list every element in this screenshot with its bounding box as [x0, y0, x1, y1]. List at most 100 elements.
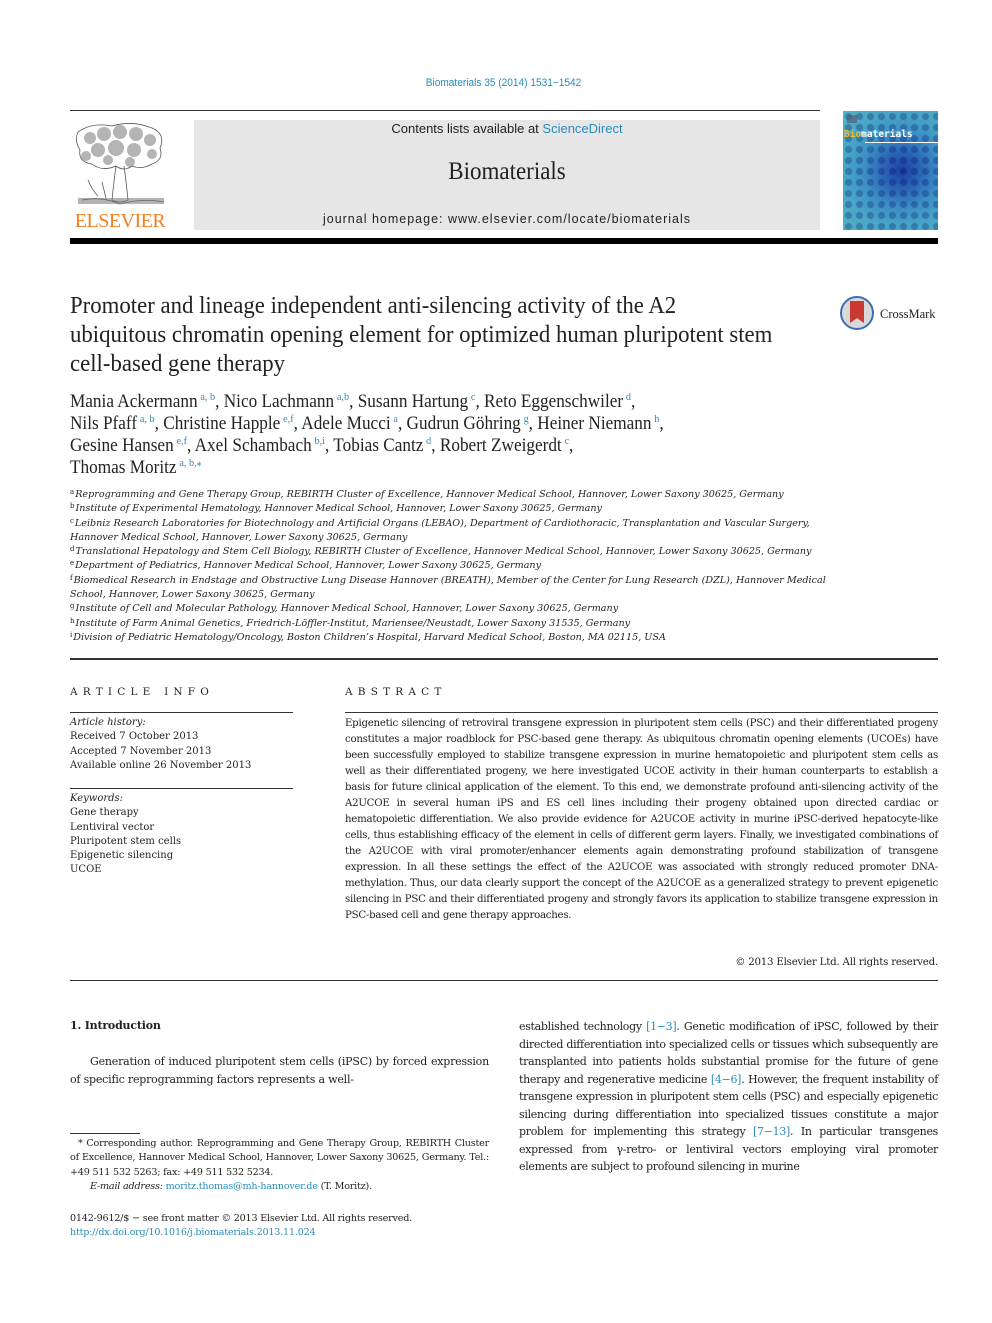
journal-homepage[interactable]: journal homepage: www.elsevier.com/locat… [194, 212, 820, 226]
author-name: Thomas Moritz [70, 458, 177, 478]
email-line: E-mail address: moritz.thomas@mh-hannove… [70, 1180, 489, 1194]
author-name: Susann Hartung [357, 392, 469, 412]
history-label: Article history: [70, 717, 146, 728]
cover-publisher-icon [847, 115, 857, 123]
crossmark-button[interactable]: CrossMark [840, 296, 940, 336]
author-separator: , [293, 414, 302, 434]
author-name: Nils Pfaff [70, 414, 138, 434]
affiliation-text: Institute of Experimental Hematology, Ha… [75, 503, 602, 515]
contents-line: Contents lists available at ScienceDirec… [194, 121, 820, 136]
keyword: Lentiviral vector [70, 821, 155, 833]
email-link[interactable]: moritz.thomas@mh-hannover.de [166, 1181, 318, 1192]
author-affiliation-marks[interactable]: b,i [314, 435, 325, 447]
header-thick-rule [70, 238, 938, 244]
abstract-copyright: © 2013 Elsevier Ltd. All rights reserved… [735, 957, 938, 968]
body-text: established technology [519, 1020, 647, 1033]
citation-link[interactable]: [7−13] [753, 1125, 790, 1138]
affiliation-text: Reprogramming and Gene Therapy Group, RE… [75, 489, 784, 500]
journal-banner: Contents lists available at ScienceDirec… [194, 120, 820, 230]
abstract-heading: ABSTRACT [345, 686, 447, 698]
article-title: Promoter and lineage independent anti-si… [70, 292, 773, 377]
affiliation-key: d [70, 545, 75, 554]
author-separator: , [431, 436, 440, 456]
affiliation-text: Translational Hepatology and Stem Cell B… [75, 546, 812, 558]
affiliation-item: fBiomedical Research in Endstage and Obs… [70, 574, 830, 603]
keyword: Pluripotent stem cells [70, 835, 182, 847]
author-name: Axel Schambach [194, 436, 312, 456]
journal-cover-image[interactable]: Biomaterials [843, 111, 938, 230]
author-separator: , [215, 392, 224, 412]
article-history: Article history: Received 7 October 2013… [70, 716, 300, 773]
author-list: Mania Ackermann a, b, Nico Lachmann a,b, S… [70, 391, 805, 479]
affiliation-text: Institute of Cell and Molecular Patholog… [75, 603, 619, 615]
author-name: Tobias Cantz [333, 436, 424, 456]
affiliation-text: Leibniz Research Laboratories for Biotec… [70, 517, 810, 543]
author-separator: , [325, 436, 334, 456]
affiliation-item: dTranslational Hepatology and Stem Cell … [70, 545, 830, 559]
section-rule [70, 658, 938, 660]
author-affiliation-marks[interactable]: a, b [140, 413, 155, 425]
citation-link[interactable]: [4−6] [711, 1073, 742, 1086]
keywords: Keywords: Gene therapy Lentiviral vector… [70, 792, 300, 878]
author-separator: , [569, 436, 574, 456]
affiliation-key: g [70, 602, 75, 611]
author-name: Reto Eggenschwiler [484, 392, 624, 412]
affiliation-key: a [70, 488, 75, 496]
author-affiliation-marks[interactable]: e,f [176, 435, 187, 447]
abstract-rule [345, 712, 938, 713]
keyword: Epigenetic silencing [70, 850, 174, 862]
abstract-bottom-rule [70, 980, 938, 981]
affiliation-item: eDepartment of Pediatrics, Hannover Medi… [70, 559, 830, 573]
author-name: Nico Lachmann [223, 392, 335, 412]
author-separator: , [659, 414, 664, 434]
author-name: Robert Zweigerdt [439, 436, 562, 456]
abstract-text: Epigenetic silencing of retroviral trans… [345, 718, 938, 921]
affiliation-key: h [70, 616, 75, 625]
journal-reference-link[interactable]: Biomaterials 35 (2014) 1531−1542 [40, 77, 966, 89]
journal-title: Biomaterials [448, 158, 566, 185]
email-suffix: (T. Moritz). [317, 1180, 373, 1192]
issn-line: 0142-9612/$ − see front matter © 2013 El… [70, 1213, 413, 1224]
intro-paragraph-right: established technology [1−3]. Genetic mo… [519, 1018, 938, 1176]
cover-title: Biomaterials [844, 129, 913, 140]
affiliation-key: c [70, 516, 74, 525]
crossmark-label: CrossMark [880, 307, 936, 321]
author-separator: , [475, 392, 485, 412]
affiliation-text: Biomedical Research in Endstage and Obst… [70, 574, 826, 601]
keyword: UCOE [70, 864, 102, 876]
contents-prefix: Contents lists available at [391, 121, 543, 136]
affiliation-item: aReprogramming and Gene Therapy Group, R… [70, 488, 830, 502]
issn-block: 0142-9612/$ − see front matter © 2013 El… [70, 1212, 510, 1241]
article-info-heading: ARTICLE INFO [70, 686, 215, 698]
author-name: Gesine Hansen [70, 436, 174, 456]
header-rule [70, 110, 820, 111]
affiliation-key: i [70, 630, 73, 639]
citation-link[interactable]: [1−3] [646, 1020, 677, 1033]
received-date: Received 7 October 2013 [70, 731, 199, 743]
elsevier-tree-icon [76, 123, 165, 205]
author-name: Adele Mucci [301, 414, 391, 434]
affiliation-item: iDivision of Pediatric Hematology/Oncolo… [70, 631, 830, 645]
author-affiliation-marks[interactable]: e,f [283, 413, 294, 425]
keywords-label: Keywords: [70, 793, 124, 804]
section-heading-introduction: 1. Introduction [70, 1019, 161, 1032]
elsevier-logo[interactable]: ELSEVIER [70, 118, 170, 233]
affiliation-item: bInstitute of Experimental Hematology, H… [70, 502, 830, 516]
affiliation-text: Institute of Farm Animal Genetics, Fried… [75, 617, 631, 629]
author-separator: , [630, 392, 636, 412]
sciencedirect-link[interactable]: ScienceDirect [542, 121, 622, 136]
author-name: Mania Ackermann [70, 392, 198, 412]
affiliation-key: e [70, 559, 75, 568]
author-affiliation-marks[interactable]: a, b,⁎ [179, 457, 201, 469]
affiliation-text: Division of Pediatric Hematology/Oncolog… [73, 631, 666, 643]
keyword: Gene therapy [70, 807, 139, 819]
author-affiliation-marks[interactable]: a, b [200, 391, 215, 403]
affiliation-list: aReprogramming and Gene Therapy Group, R… [70, 488, 830, 645]
affiliation-item: hInstitute of Farm Animal Genetics, Frie… [70, 617, 830, 631]
cover-rule [865, 142, 938, 143]
author-affiliation-marks[interactable]: a,b [337, 391, 349, 403]
corresponding-author-footnote: * Corresponding author. Reprogramming an… [70, 1137, 489, 1194]
elsevier-wordmark: ELSEVIER [74, 210, 166, 232]
author-name: Gudrun Göhring [406, 414, 521, 434]
doi-link[interactable]: http://dx.doi.org/10.1016/j.biomaterials… [70, 1227, 316, 1238]
